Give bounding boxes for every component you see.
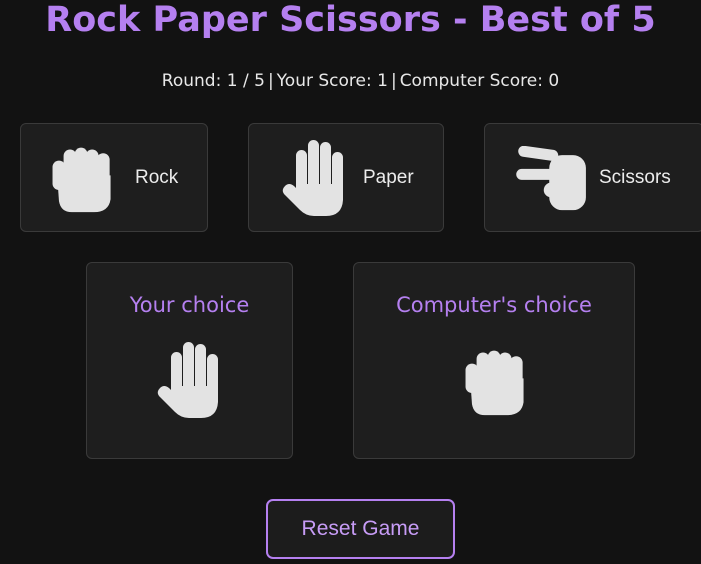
- your-score-value: 1: [377, 71, 388, 91]
- computer-choice-panel: Computer's choice: [353, 262, 635, 459]
- page-title: Rock Paper Scissors - Best of 5: [45, 0, 656, 40]
- your-choice-title: Your choice: [129, 293, 250, 317]
- round-total: 5: [254, 71, 265, 91]
- computer-choice-title: Computer's choice: [396, 293, 592, 317]
- fist-icon: [465, 350, 524, 416]
- rock-label: Rock: [135, 167, 179, 188]
- computer-score-value: 0: [548, 71, 560, 91]
- reset-game-button[interactable]: Reset Game: [266, 499, 455, 559]
- scissors-label: Scissors: [599, 167, 671, 188]
- victory-hand-icon: [516, 146, 586, 211]
- paper-label: Paper: [363, 167, 414, 188]
- your-choice-panel: Your choice: [86, 262, 293, 459]
- paper-button[interactable]: Paper: [248, 123, 444, 232]
- round-label: Round:: [161, 71, 222, 91]
- score-status: Round: 1 / 5 | Your Score: 1 | Computer Scor…: [161, 71, 560, 91]
- rock-button[interactable]: Rock: [20, 123, 208, 232]
- your-score-label: Your Score:: [276, 71, 372, 91]
- fist-icon: [52, 147, 111, 213]
- open-hand-icon: [157, 342, 218, 418]
- scissors-button[interactable]: Scissors: [484, 123, 701, 232]
- computer-score-label: Computer Score:: [399, 71, 543, 91]
- open-hand-icon: [282, 140, 343, 216]
- round-current: 1: [226, 71, 238, 91]
